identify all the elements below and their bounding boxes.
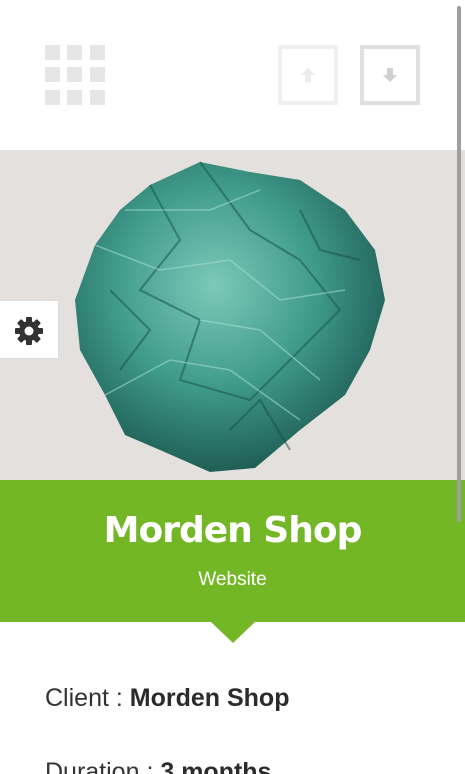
project-hero-image [0, 150, 465, 480]
scrollbar-thumb[interactable] [457, 6, 461, 522]
detail-client: Client : Morden Shop [45, 684, 289, 713]
project-category: Website [198, 569, 267, 590]
grid-menu-icon[interactable] [45, 45, 105, 105]
detail-label: Client : [45, 684, 130, 712]
detail-value: Morden Shop [129, 684, 290, 712]
previous-project-button[interactable] [278, 45, 338, 105]
next-project-button[interactable] [360, 45, 420, 105]
settings-button[interactable] [0, 300, 59, 359]
banner-pointer [211, 622, 255, 643]
detail-duration: Duration : 3 months [45, 758, 271, 774]
gear-icon [15, 317, 43, 345]
detail-label: Duration : [45, 758, 161, 774]
project-banner: Morden Shop Website [0, 480, 465, 622]
project-title: Morden Shop [103, 510, 363, 551]
top-toolbar [0, 0, 465, 150]
crumpled-paper-image [75, 161, 385, 472]
arrow-up-icon [301, 68, 315, 82]
scrollbar[interactable] [456, 0, 465, 774]
detail-value: 3 months [160, 758, 272, 774]
arrow-down-icon [383, 68, 397, 82]
